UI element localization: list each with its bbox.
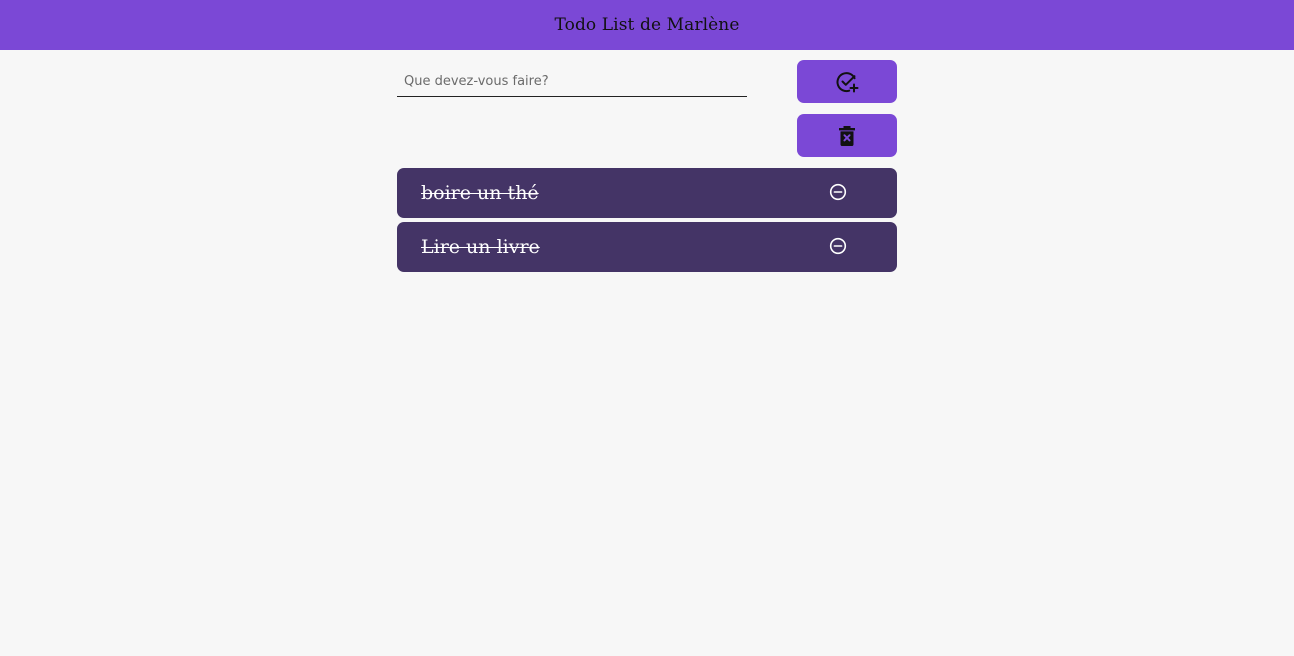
todo-item[interactable]: Lire un livre xyxy=(397,222,897,272)
circle-minus-icon xyxy=(829,237,847,258)
todo-text: boire un thé xyxy=(421,182,539,204)
todo-item[interactable]: boire un thé xyxy=(397,168,897,218)
app-header: Todo List de Marlène xyxy=(0,0,1294,50)
remove-todo-button[interactable] xyxy=(828,183,848,203)
task-input[interactable] xyxy=(397,67,747,97)
circle-minus-icon xyxy=(829,183,847,204)
remove-todo-button[interactable] xyxy=(828,237,848,257)
trash-x-icon xyxy=(839,125,855,146)
page-title: Todo List de Marlène xyxy=(554,15,740,35)
circle-check-plus-icon xyxy=(835,70,859,94)
add-task-button[interactable] xyxy=(797,60,897,103)
todo-list: boire un thé Lire un livre xyxy=(397,168,897,276)
todo-text: Lire un livre xyxy=(421,236,540,258)
clear-completed-button[interactable] xyxy=(797,114,897,157)
